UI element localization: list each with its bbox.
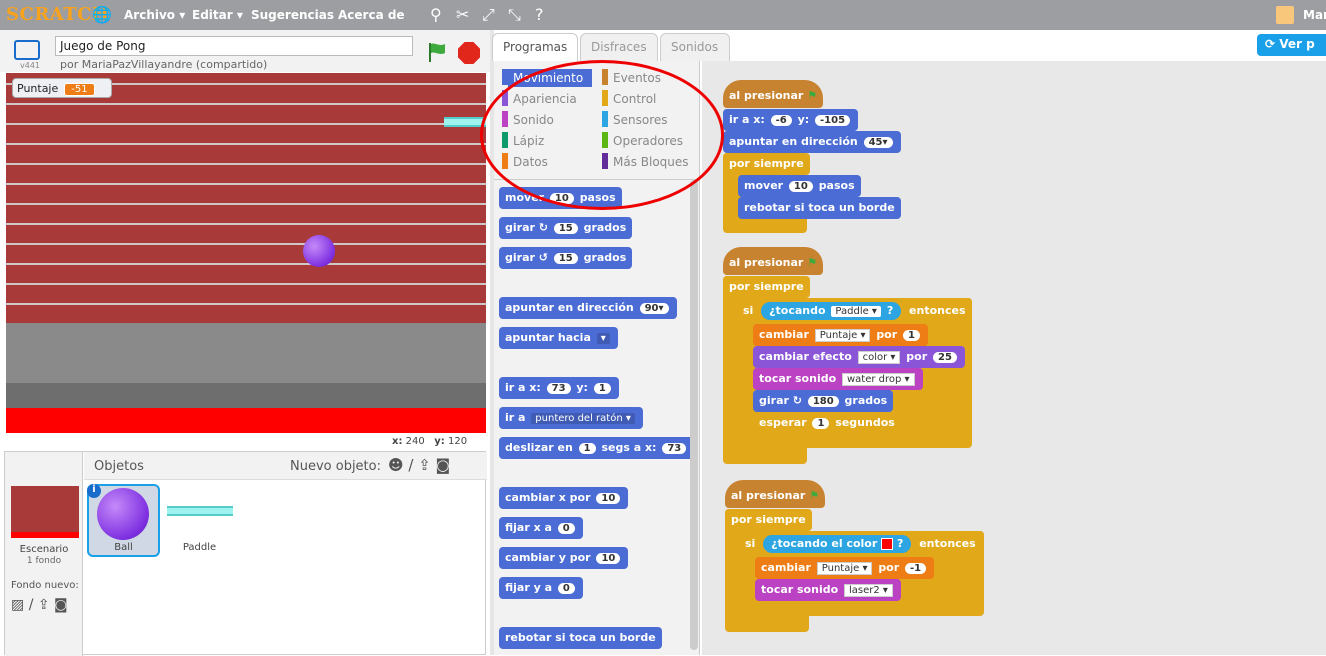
forever-label-1: por siempre <box>723 153 810 175</box>
block-goto-xy[interactable]: ir a x: 73 y: 1 <box>499 377 619 399</box>
duplicate-icon[interactable]: ⚲ <box>430 5 442 24</box>
block-turn-2[interactable]: girar ↻ 180 grados <box>753 390 894 412</box>
menu-bar: SCRATCH 🌐 Archivo ▾ Editar ▾ Sugerencias… <box>0 0 1326 30</box>
block-wait-2[interactable]: esperar 1 segundos <box>753 412 901 434</box>
block-change-y[interactable]: cambiar y por 10 <box>499 547 629 569</box>
upload-icon[interactable]: ⇪ <box>418 456 431 474</box>
backdrop-tools: ▨ / ⇪ ◙ <box>11 597 68 613</box>
stage-canvas[interactable] <box>6 73 486 433</box>
block-bounce[interactable]: rebotar si toca un borde <box>499 627 662 649</box>
see-project-page-button[interactable]: ⟳ Ver p <box>1257 34 1326 56</box>
monitor-label: Puntaje <box>17 82 59 95</box>
x-value: 240 <box>405 436 425 447</box>
grow-icon[interactable]: ⤢ <box>482 5 495 25</box>
info-icon[interactable]: i <box>87 484 101 498</box>
y-label: y: <box>434 436 445 447</box>
floor <box>6 323 486 383</box>
block-point-towards[interactable]: apuntar hacia ▾ <box>499 327 618 349</box>
y-value: 120 <box>448 436 468 447</box>
help-icon[interactable]: ? <box>535 5 544 24</box>
forever-label-2: por siempre <box>723 276 810 298</box>
tab-costumes[interactable]: Disfraces <box>580 33 658 61</box>
paint-icon[interactable]: / <box>408 456 413 474</box>
annotation-circle <box>480 60 724 210</box>
hat-green-flag-2[interactable]: al presionar ⚑ <box>723 247 824 275</box>
globe-icon[interactable]: 🌐 <box>92 5 112 24</box>
sprite-label-ball: Ball <box>114 542 133 553</box>
block-play-sound-2[interactable]: tocar sonido water drop ▾ <box>753 368 923 390</box>
block-turn-right[interactable]: girar ↻ 15 grados <box>499 217 633 239</box>
floor-edge <box>6 383 486 408</box>
ball-sprite[interactable] <box>303 235 335 267</box>
hat-green-flag-3[interactable]: al presionar ⚑ <box>725 480 826 508</box>
sprite-header: Objetos Nuevo objeto: ☻ / ⇪ ◙ <box>84 452 487 480</box>
fullscreen-icon[interactable] <box>14 40 40 60</box>
upload-icon[interactable]: ⇪ <box>38 597 50 613</box>
x-label: x: <box>392 436 403 447</box>
see-project-label: Ver p <box>1279 37 1315 51</box>
image-icon[interactable]: ▨ <box>11 597 24 613</box>
stage-backdrops: 1 fondo <box>26 556 62 566</box>
sprite-label-paddle: Paddle <box>182 542 217 553</box>
menu-edit[interactable]: Editar ▾ <box>192 8 243 22</box>
if-header-3[interactable]: si ¿tocando el color ? entonces <box>739 531 984 555</box>
if-header-2[interactable]: si ¿tocando Paddle ▾ ? entonces <box>737 298 972 322</box>
block-change-x[interactable]: cambiar x por 10 <box>499 487 629 509</box>
new-backdrop-label: Fondo nuevo: <box>11 580 79 591</box>
paint-icon[interactable]: / <box>29 597 34 613</box>
block-bounce-1[interactable]: rebotar si toca un borde <box>738 197 901 219</box>
block-goto[interactable]: ir a puntero del ratón ▾ <box>499 407 643 429</box>
sprites-title: Objetos <box>94 459 144 474</box>
paddle-thumbnail <box>167 506 233 516</box>
project-title-input[interactable]: Juego de Pong <box>55 36 413 56</box>
monitor-value: -51 <box>64 83 95 96</box>
block-change-var-2[interactable]: cambiar Puntaje ▾ por 1 <box>753 324 928 346</box>
menu-about[interactable]: Acerca de <box>338 8 405 22</box>
project-byline: por MariaPazVillayandre (compartido) <box>60 58 268 71</box>
block-point-direction-1[interactable]: apuntar en dirección 45▾ <box>723 131 901 153</box>
forever-label-3: por siempre <box>725 509 812 531</box>
variable-monitor: Puntaje -51 <box>12 78 112 98</box>
cut-icon[interactable]: ✂ <box>456 5 469 24</box>
stage-thumbnail[interactable] <box>11 486 79 538</box>
camera-icon[interactable]: ◙ <box>436 456 451 474</box>
sprite-tile-ball[interactable]: i Ball <box>87 484 160 557</box>
menu-file[interactable]: Archivo ▾ <box>124 8 185 22</box>
green-flag-icon[interactable] <box>427 42 447 62</box>
tab-sounds[interactable]: Sonidos <box>660 33 730 61</box>
block-play-sound-3[interactable]: tocar sonido laser2 ▾ <box>755 579 901 601</box>
menu-tips[interactable]: Sugerencias <box>251 8 334 22</box>
block-change-var-3[interactable]: cambiar Puntaje ▾ por -1 <box>755 557 935 579</box>
camera-icon[interactable]: ◙ <box>54 597 68 613</box>
brick-wall <box>6 73 486 323</box>
mouse-coords: x: 240 y: 120 <box>392 436 467 447</box>
sprite-tile-paddle[interactable]: Paddle <box>163 484 236 557</box>
version-label: v441 <box>20 61 41 70</box>
palette-scrollbar[interactable] <box>690 180 698 650</box>
block-glide[interactable]: deslizar en 1 segs a x: 73 y: <box>499 437 695 459</box>
red-bottom-line <box>6 408 486 433</box>
hat-green-flag-1[interactable]: al presionar ⚑ <box>723 80 824 108</box>
block-set-x[interactable]: fijar x a 0 <box>499 517 583 539</box>
block-goto-xy-1[interactable]: ir a x: -6 y: -105 <box>723 109 859 131</box>
new-sprite-label: Nuevo objeto: <box>290 459 381 474</box>
block-turn-left[interactable]: girar ↺ 15 grados <box>499 247 633 269</box>
block-change-effect-2[interactable]: cambiar efecto color ▾ por 25 <box>753 346 965 368</box>
sprite-pane: Escenario 1 fondo Fondo nuevo: ▨ / ⇪ ◙ O… <box>4 451 487 656</box>
shrink-icon[interactable]: ⤡ <box>508 5 521 25</box>
sprite-tools: ☻ / ⇪ ◙ <box>388 456 450 474</box>
stage-name: Escenario <box>19 544 69 555</box>
block-point-direction[interactable]: apuntar en dirección 90▾ <box>499 297 677 319</box>
block-set-y[interactable]: fijar y a 0 <box>499 577 583 599</box>
tab-scripts[interactable]: Programas <box>492 33 578 61</box>
paddle-sprite[interactable] <box>444 117 486 127</box>
stage-column: Escenario 1 fondo Fondo nuevo: ▨ / ⇪ ◙ <box>5 452 83 656</box>
ball-thumbnail <box>97 488 149 540</box>
user-name[interactable]: Mar <box>1303 8 1326 22</box>
my-stuff-icon[interactable] <box>1276 6 1294 24</box>
library-icon[interactable]: ☻ <box>388 456 404 474</box>
block-move-1[interactable]: mover 10 pasos <box>738 175 861 197</box>
